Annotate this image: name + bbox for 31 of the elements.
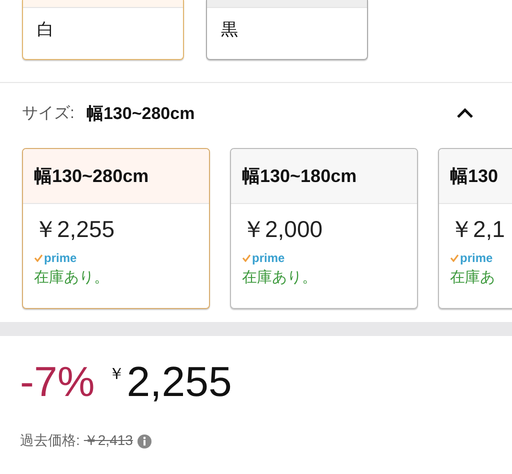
size-label: サイズ: (22, 104, 74, 124)
check-icon (242, 254, 251, 262)
stock-status: 在庫あり。 (242, 268, 317, 287)
option-price: ￥2,1 (450, 215, 505, 244)
color-option[interactable]: 白 (22, 0, 184, 60)
size-option-card[interactable]: 幅130~280cm ￥2,255 prime 在庫あり。 (22, 148, 210, 309)
prime-label: prime (252, 251, 285, 265)
check-icon (34, 254, 43, 262)
size-value: 幅130~280cm (86, 102, 195, 124)
size-name: 幅130~180cm (242, 165, 357, 188)
prime-label: prime (460, 251, 493, 265)
chevron-icon[interactable] (456, 107, 474, 119)
price-amount: 2,255 (126, 358, 232, 406)
color-option[interactable]: 黒 (206, 0, 368, 60)
past-price: ￥2,413 (84, 432, 133, 450)
stock-status: 在庫あ (450, 268, 495, 287)
discount-percent: -7% (20, 358, 95, 406)
check-icon (450, 254, 459, 262)
size-option-card[interactable]: 幅130~180cm ￥2,000 prime 在庫あり。 (230, 148, 418, 309)
size-name: 幅130~280cm (34, 165, 149, 188)
color-label: 白 (36, 19, 54, 41)
color-label: 黒 (220, 19, 238, 41)
stock-status: 在庫あり。 (34, 268, 109, 287)
past-price-label: 過去価格: (20, 432, 80, 450)
currency-symbol: ￥ (108, 365, 125, 385)
option-price: ￥2,000 (242, 215, 323, 244)
size-name: 幅130 (450, 165, 498, 188)
option-price: ￥2,255 (34, 215, 115, 244)
info-icon[interactable] (136, 434, 152, 448)
prime-label: prime (44, 251, 77, 265)
size-option-card[interactable]: 幅130 ￥2,1 prime 在庫あ (438, 148, 512, 309)
